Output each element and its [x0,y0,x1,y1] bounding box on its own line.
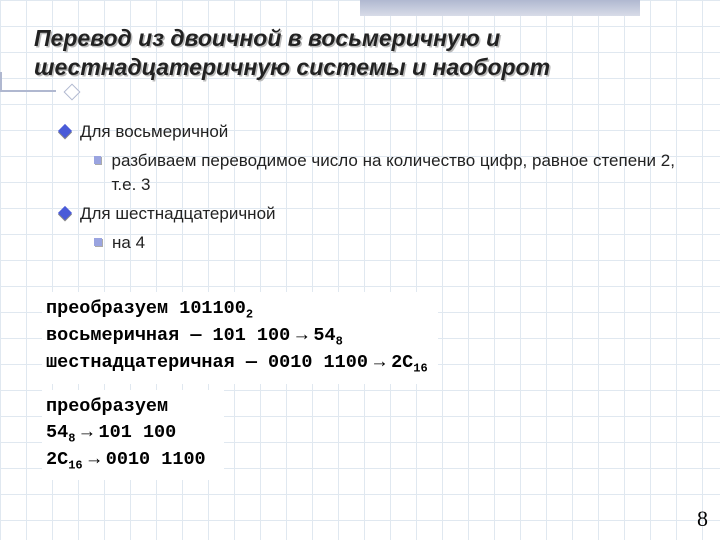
example-line: 548 → 101 100 [46,420,206,447]
subbullet-hex: на 4 [94,231,680,256]
slide-title: Перевод из двоичной в восьмеричную и шес… [34,24,686,82]
subbullet-text: на 4 [112,231,145,256]
text: преобразуем 101100 [46,298,246,319]
text: шестнадцатеричная — 0010 1100 [46,352,368,373]
text: 2C [391,352,413,373]
page-number: 8 [697,506,708,532]
subbullet-octal: разбиваем переводимое число на количеств… [94,149,680,198]
bullet-text: Для восьмеричной [80,120,228,145]
text: 2C [46,449,68,470]
text: восьмеричная — 101 100 [46,325,290,346]
example-line: преобразуем 1011002 [46,296,428,323]
bullet-octal: Для восьмеричной [60,120,680,145]
subbullet-text: разбиваем переводимое число на количеств… [111,149,680,198]
example-line: шестнадцатеричная — 0010 1100 → 2C16 [46,350,428,377]
text: 101 100 [99,422,177,443]
square-icon [94,156,101,164]
arrow-icon: → [89,447,100,473]
bullet-text: Для шестнадцатеричной [80,202,276,227]
square-icon [94,238,102,246]
subscript: 16 [68,458,82,472]
top-stripe [360,0,640,16]
arrow-icon: → [374,350,385,376]
text: 54 [46,422,68,443]
diamond-icon [58,124,72,138]
subscript: 8 [336,335,343,349]
example-line: 2C16 → 0010 1100 [46,447,206,474]
example-reverse: преобразуем 548 → 101 100 2C16 → 0010 1100 [42,390,224,480]
subscript: 2 [246,308,253,322]
example-line: преобразуем [46,394,206,420]
body-content: Для восьмеричной разбиваем переводимое ч… [60,118,680,259]
example-forward: преобразуем 1011002 восьмеричная — 101 1… [42,292,438,384]
text: 0010 1100 [106,449,206,470]
subscript: 16 [413,362,427,376]
example-line: восьмеричная — 101 100 → 548 [46,323,428,350]
corner-ornament [0,90,56,92]
arrow-icon: → [81,420,92,446]
text: 54 [313,325,335,346]
subscript: 8 [68,431,75,445]
arrow-icon: → [296,323,307,349]
diamond-icon [58,206,72,220]
bullet-hex: Для шестнадцатеричной [60,202,680,227]
